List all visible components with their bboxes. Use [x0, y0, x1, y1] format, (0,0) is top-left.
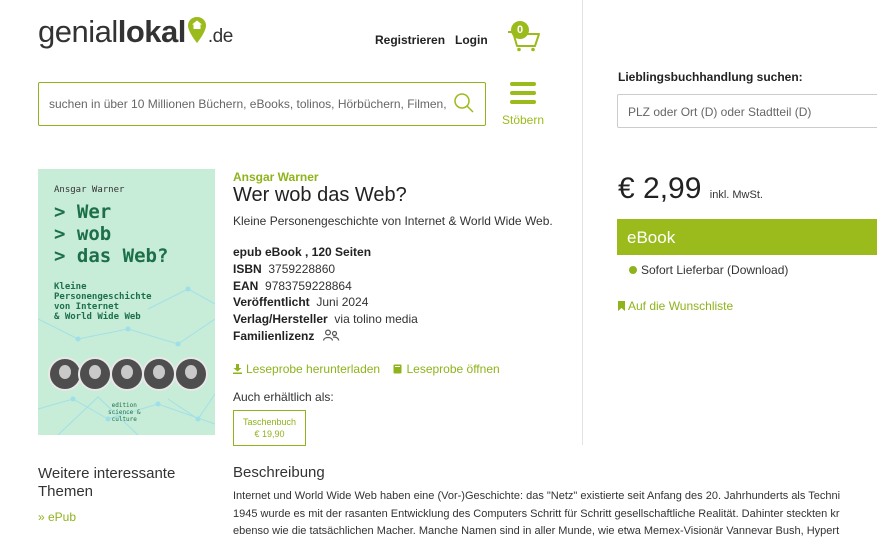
publisher-value: via tolino media [334, 312, 418, 327]
paperback-option[interactable]: Taschenbuch € 19,90 [233, 410, 306, 446]
isbn-label: ISBN [233, 261, 262, 276]
price: € 2,99 inkl. MwSt. [618, 172, 763, 205]
format-info: epub eBook , 120 Seiten [233, 245, 372, 259]
site-logo[interactable]: geniallokal .de [38, 14, 233, 50]
product-title: Wer wob das Web? [233, 184, 407, 206]
paperback-label: Taschenbuch [242, 417, 297, 427]
column-divider [582, 0, 583, 445]
published-label: Veröffentlicht [233, 295, 310, 310]
family-icon[interactable] [322, 329, 340, 342]
availability-dot-icon [629, 266, 637, 274]
download-sample-link[interactable]: Leseprobe herunterladen [233, 362, 383, 376]
register-link[interactable]: Registrieren [375, 33, 445, 47]
themes-heading: Weitere interessante Themen [38, 465, 176, 500]
cover-title: > Wer > wob > das Web? [54, 201, 169, 267]
ean-label: EAN [233, 278, 259, 293]
isbn-value: 3759228860 [268, 261, 336, 276]
product-subtitle: Kleine Personengeschichte von Internet &… [233, 214, 553, 228]
theme-link-epub[interactable]: » ePub [38, 510, 76, 524]
open-sample-link[interactable]: Leseprobe öffnen [393, 362, 500, 376]
cover-author: Ansgar Warner [54, 185, 125, 195]
description-line: 1945 wurde es mit der rasanten Entwicklu… [233, 507, 840, 520]
also-available-label: Auch erhältlich als: [233, 390, 334, 404]
ebook-format-button[interactable]: eBook [617, 219, 877, 255]
description-line: Internet und World Wide Web haben eine (… [233, 490, 841, 502]
download-icon [233, 364, 242, 374]
paperback-price: € 19,90 [254, 429, 285, 439]
published-value: Juni 2024 [316, 295, 369, 310]
menu-icon[interactable] [510, 82, 536, 109]
map-pin-icon [187, 17, 206, 43]
publisher-label: Verlag/Hersteller [233, 312, 328, 327]
cover-subtitle: Kleine Personengeschichte von Internet &… [54, 282, 152, 322]
wishlist-link[interactable]: Auf die Wunschliste [618, 299, 733, 313]
product-specs: epub eBook , 120 Seiten ISBN 3759228860 … [233, 244, 418, 345]
search-icon[interactable] [453, 92, 475, 114]
bookmark-icon [618, 301, 625, 311]
login-link[interactable]: Login [455, 33, 488, 47]
author-link[interactable]: Ansgar Warner [233, 170, 319, 184]
store-search-input[interactable]: PLZ oder Ort (D) oder Stadtteil (D) [617, 94, 877, 128]
book-cover[interactable]: Ansgar Warner > Wer > wob > das Web? Kle… [38, 169, 215, 435]
description-heading: Beschreibung [233, 464, 325, 481]
search-input[interactable]: suchen in über 10 Millionen Büchern, eBo… [38, 82, 486, 126]
store-search-placeholder: PLZ oder Ort (D) oder Stadtteil (D) [628, 105, 812, 119]
availability-status: Sofort Lieferbar (Download) [629, 263, 788, 277]
description-line: ebenso wie die tatsächlichen Macher. Man… [233, 525, 840, 537]
sample-links: Leseprobe herunterladen Leseprobe öffnen [233, 362, 500, 376]
cart-count-badge: 0 [511, 21, 529, 39]
cover-edition: edition science & culture [108, 402, 141, 423]
store-search-label: Lieblingsbuchhandlung suchen: [618, 70, 803, 84]
tax-note: inkl. MwSt. [709, 189, 763, 201]
ean-value: 9783759228864 [265, 278, 352, 293]
family-license-label: Familienlizenz [233, 328, 315, 343]
cover-portraits [48, 357, 208, 391]
browse-label[interactable]: Stöbern [502, 113, 544, 127]
book-icon [393, 364, 402, 374]
search-placeholder: suchen in über 10 Millionen Büchern, eBo… [49, 97, 447, 111]
